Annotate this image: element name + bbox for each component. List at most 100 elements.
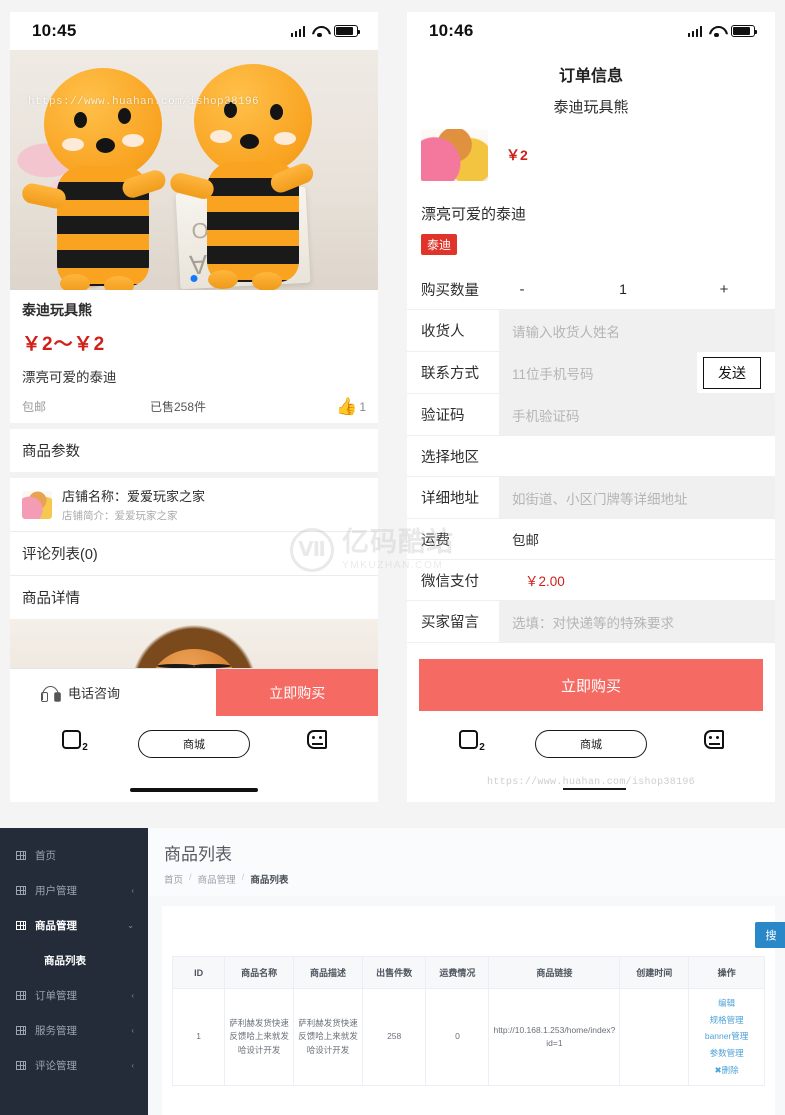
sidebar-item-label: 商品列表	[44, 955, 86, 967]
cell-freight: 0	[425, 988, 490, 1086]
image-url-watermark: https://www.huahan.com/ishop38196	[28, 96, 260, 108]
phone-number-input[interactable]: 11位手机号码	[499, 352, 697, 393]
thumbs-up-icon: 👍	[336, 397, 358, 416]
status-clock-right: 10:46	[429, 21, 474, 40]
sidebar-item-user-management[interactable]: 用户管理 ‹	[0, 873, 148, 908]
buy-now-button[interactable]: 立即购买	[216, 669, 378, 716]
cell-sold: 258	[362, 988, 427, 1086]
action-delete[interactable]: ✖删除	[715, 1064, 739, 1077]
wifi-icon	[709, 26, 724, 37]
column-header-sold: 出售件数	[362, 957, 427, 989]
phone-consult-label: 电话咨询	[68, 686, 121, 701]
tabs-button-right[interactable]	[407, 730, 530, 753]
url-suffix: /ishop38196	[625, 777, 695, 788]
section-comment-list[interactable]: 评论列表(0)	[10, 531, 378, 575]
buyer-note-input[interactable]: 选填：对快递等的特殊要求	[499, 601, 775, 642]
table-row[interactable]: 1 萨利赫发货快速反馈哈上来就发哈设计开发 萨利赫发货快速反馈哈上来就发哈设计开…	[173, 988, 764, 1086]
section-product-details[interactable]: 商品详情	[10, 575, 378, 619]
like-group[interactable]: 👍 1	[336, 398, 366, 415]
admin-toolbar: 搜	[162, 916, 785, 956]
section-product-params[interactable]: 商品参数	[10, 423, 378, 472]
chevron-down-icon: ⌄	[127, 921, 134, 930]
address-input[interactable]: 如街道、小区门牌等详细地址	[499, 477, 775, 518]
product-price: ￥2～￥2	[22, 334, 106, 355]
shop-row[interactable]: 店铺名称：爱爱玩家之家 店铺简介：爱爱玩家之家	[10, 472, 378, 531]
mall-label-right: 商城	[535, 730, 647, 758]
form-row-verify-code: 验证码 手机验证码	[407, 394, 775, 436]
order-buy-now-button[interactable]: 立即购买	[419, 659, 763, 711]
breadcrumb: 首页 / 商品管理 / 商品列表	[164, 872, 769, 886]
order-product-price: ￥2	[506, 147, 528, 163]
cell-id: 1	[173, 988, 226, 1086]
sidebar-item-product-management[interactable]: 商品管理 ⌄	[0, 908, 148, 943]
breadcrumb-item-product-management[interactable]: 商品管理	[198, 872, 236, 886]
sidebar-item-comment-management[interactable]: 评论管理 ‹	[0, 1048, 148, 1083]
menu-button-right[interactable]	[652, 730, 775, 749]
grid-icon	[16, 1061, 26, 1070]
mall-pill-button-right[interactable]: 商城	[530, 730, 653, 758]
order-product-thumbnail	[421, 129, 488, 181]
product-gallery[interactable]: O BOANAM https://www.h	[10, 50, 378, 290]
cell-desc: 萨利赫发货快速反馈哈上来就发哈设计开发	[293, 988, 363, 1086]
quantity-minus-button[interactable]: -	[509, 281, 535, 298]
admin-content-card: 搜 ID 商品名称 商品描述 出售件数 运费情况 商品链接 创建时间 操作 1 …	[162, 906, 785, 1115]
signal-icon	[687, 25, 702, 37]
freight-value: 包邮	[512, 533, 539, 548]
order-product-row: ￥2	[407, 117, 775, 181]
shop-name: 店铺名称：爱爱玩家之家	[62, 489, 206, 504]
receiver-name-input[interactable]: 请输入收货人姓名	[499, 310, 775, 351]
action-spec-manage[interactable]: 规格管理	[710, 1014, 744, 1027]
battery-icon	[731, 25, 758, 37]
column-header-actions: 操作	[688, 957, 764, 989]
column-header-freight: 运费情况	[425, 957, 490, 989]
url-prefix: https://www.	[487, 777, 563, 788]
wifi-icon	[312, 26, 327, 37]
order-title: 订单信息	[558, 68, 623, 85]
column-header-desc: 商品描述	[293, 957, 363, 989]
shipping-label: 包邮	[22, 400, 47, 414]
table-header-row: ID 商品名称 商品描述 出售件数 运费情况 商品链接 创建时间 操作	[173, 957, 764, 989]
action-edit[interactable]: 编辑	[718, 997, 735, 1010]
grid-icon	[16, 1026, 26, 1035]
like-count: 1	[359, 399, 366, 414]
form-row-wechat-pay: 微信支付 ￥2.00	[407, 560, 775, 601]
search-button[interactable]: 搜	[755, 922, 785, 948]
product-tag-badge: 泰迪	[421, 234, 458, 255]
sidebar-item-home[interactable]: 首页	[0, 838, 148, 873]
action-banner-manage[interactable]: banner管理	[705, 1030, 748, 1043]
status-bar-left: 10:45	[10, 12, 378, 50]
cell-created	[619, 988, 690, 1086]
phone-product-detail: 10:45 O BOANAM	[10, 12, 378, 802]
form-row-phone: 联系方式 11位手机号码 发送	[407, 352, 775, 394]
tabs-button[interactable]	[10, 730, 133, 753]
quantity-plus-button[interactable]: +	[711, 281, 737, 298]
admin-main: 商品列表 首页 / 商品管理 / 商品列表 搜 ID 商品名称 商品描述 出售件…	[148, 828, 785, 1115]
action-param-manage[interactable]: 参数管理	[710, 1047, 744, 1060]
chevron-left-icon: ‹	[131, 1061, 134, 1070]
product-action-bar: 电话咨询 立即购买	[10, 668, 378, 716]
mall-pill-button[interactable]: 商城	[133, 730, 256, 758]
sidebar-item-label: 用户管理	[35, 885, 77, 897]
label-verify-code: 验证码	[421, 408, 465, 424]
page-url-watermark: https://www.huahan.com/ishop38196	[407, 777, 775, 790]
sidebar-item-label: 商品管理	[35, 920, 77, 932]
menu-button[interactable]	[255, 730, 378, 749]
sidebar-item-order-management[interactable]: 订单管理 ‹	[0, 978, 148, 1013]
sidebar-item-service-management[interactable]: 服务管理 ‹	[0, 1013, 148, 1048]
verify-code-input[interactable]: 手机验证码	[499, 394, 775, 435]
admin-page-header: 商品列表 首页 / 商品管理 / 商品列表	[148, 828, 785, 896]
phone-consult-button[interactable]: 电话咨询	[10, 669, 216, 716]
quantity-stepper[interactable]: - 1 +	[499, 281, 775, 298]
send-code-button[interactable]: 发送	[703, 356, 761, 389]
grid-icon	[16, 991, 26, 1000]
cell-name: 萨利赫发货快速反馈哈上来就发哈设计开发	[224, 988, 295, 1086]
admin-dashboard: 首页 用户管理 ‹ 商品管理 ⌄ 商品列表 订单管理 ‹ 服务管理 ‹ 评论管理…	[0, 828, 785, 1115]
cell-link[interactable]: http://10.168.1.253/home/index?id=1	[488, 988, 621, 1086]
sidebar-item-product-list[interactable]: 商品列表	[0, 943, 148, 978]
gallery-dot-indicator[interactable]	[190, 275, 198, 282]
label-phone: 联系方式	[421, 366, 479, 382]
breadcrumb-separator: /	[241, 872, 245, 883]
grid-icon	[16, 851, 26, 860]
breadcrumb-item-home[interactable]: 首页	[164, 872, 183, 886]
form-row-region[interactable]: 选择地区	[407, 436, 775, 477]
